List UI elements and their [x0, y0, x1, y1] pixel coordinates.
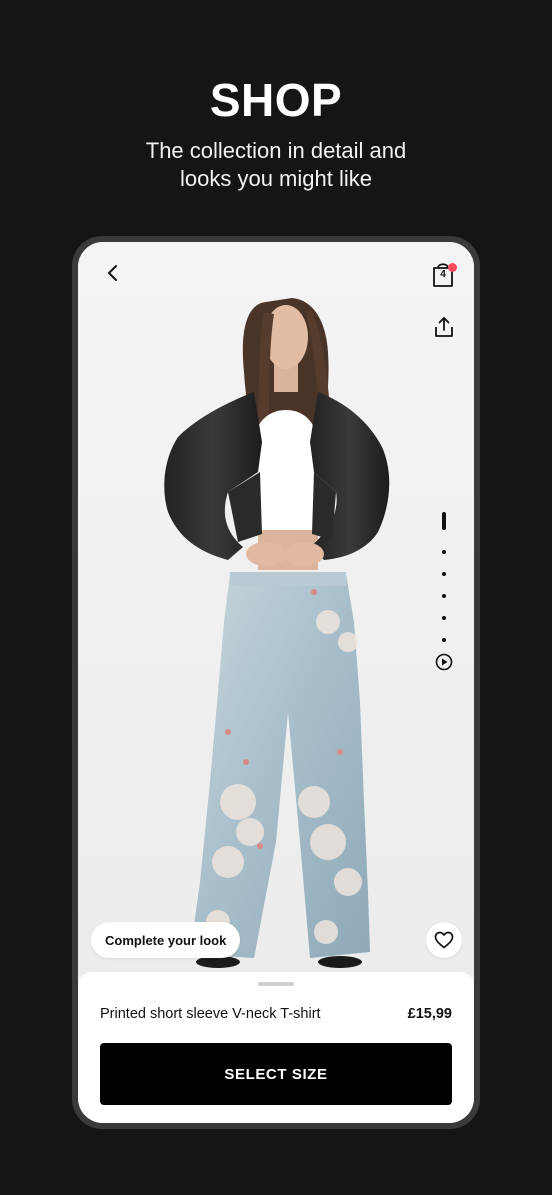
complete-your-look-label: Complete your look [105, 932, 227, 948]
heart-icon [434, 931, 454, 949]
hero-title: SHOP [209, 74, 343, 126]
hero-subtitle: The collection in detail and looks you m… [60, 137, 492, 193]
gallery-indicator-dot[interactable] [442, 616, 446, 620]
back-button[interactable] [98, 258, 128, 288]
hero-subtitle-line-1: The collection in detail and [145, 138, 407, 163]
share-icon [435, 317, 453, 337]
sheet-drag-handle[interactable] [258, 982, 294, 986]
hero-subtitle-line-2: looks you might like [180, 166, 372, 191]
gallery-indicator-active[interactable] [442, 512, 446, 530]
gallery-indicator-dot[interactable] [442, 594, 446, 598]
gallery-indicator-dot[interactable] [442, 572, 446, 576]
cart-notification-dot [448, 263, 457, 272]
wishlist-button[interactable] [426, 922, 462, 958]
product-bottom-sheet: Printed short sleeve V-neck T-shirt £15,… [78, 972, 474, 1123]
product-price: £15,99 [407, 1006, 452, 1022]
product-name: Printed short sleeve V-neck T-shirt [100, 1006, 321, 1022]
select-size-button[interactable]: SELECT SIZE [100, 1043, 452, 1105]
gallery-indicator [434, 512, 454, 682]
phone-frame: 4 Complete your look Printed short sleev… [72, 236, 480, 1129]
product-photo[interactable] [78, 242, 474, 977]
gallery-indicator-dot[interactable] [442, 638, 446, 642]
share-button[interactable] [429, 312, 459, 342]
cart-button[interactable]: 4 [428, 258, 458, 290]
gallery-indicator-dot[interactable] [442, 550, 446, 554]
select-size-label: SELECT SIZE [224, 1065, 328, 1083]
complete-your-look-button[interactable]: Complete your look [91, 922, 241, 958]
play-circle-icon[interactable] [435, 653, 453, 671]
chevron-left-icon [108, 265, 117, 281]
phone-screen: 4 Complete your look Printed short sleev… [78, 242, 474, 1123]
